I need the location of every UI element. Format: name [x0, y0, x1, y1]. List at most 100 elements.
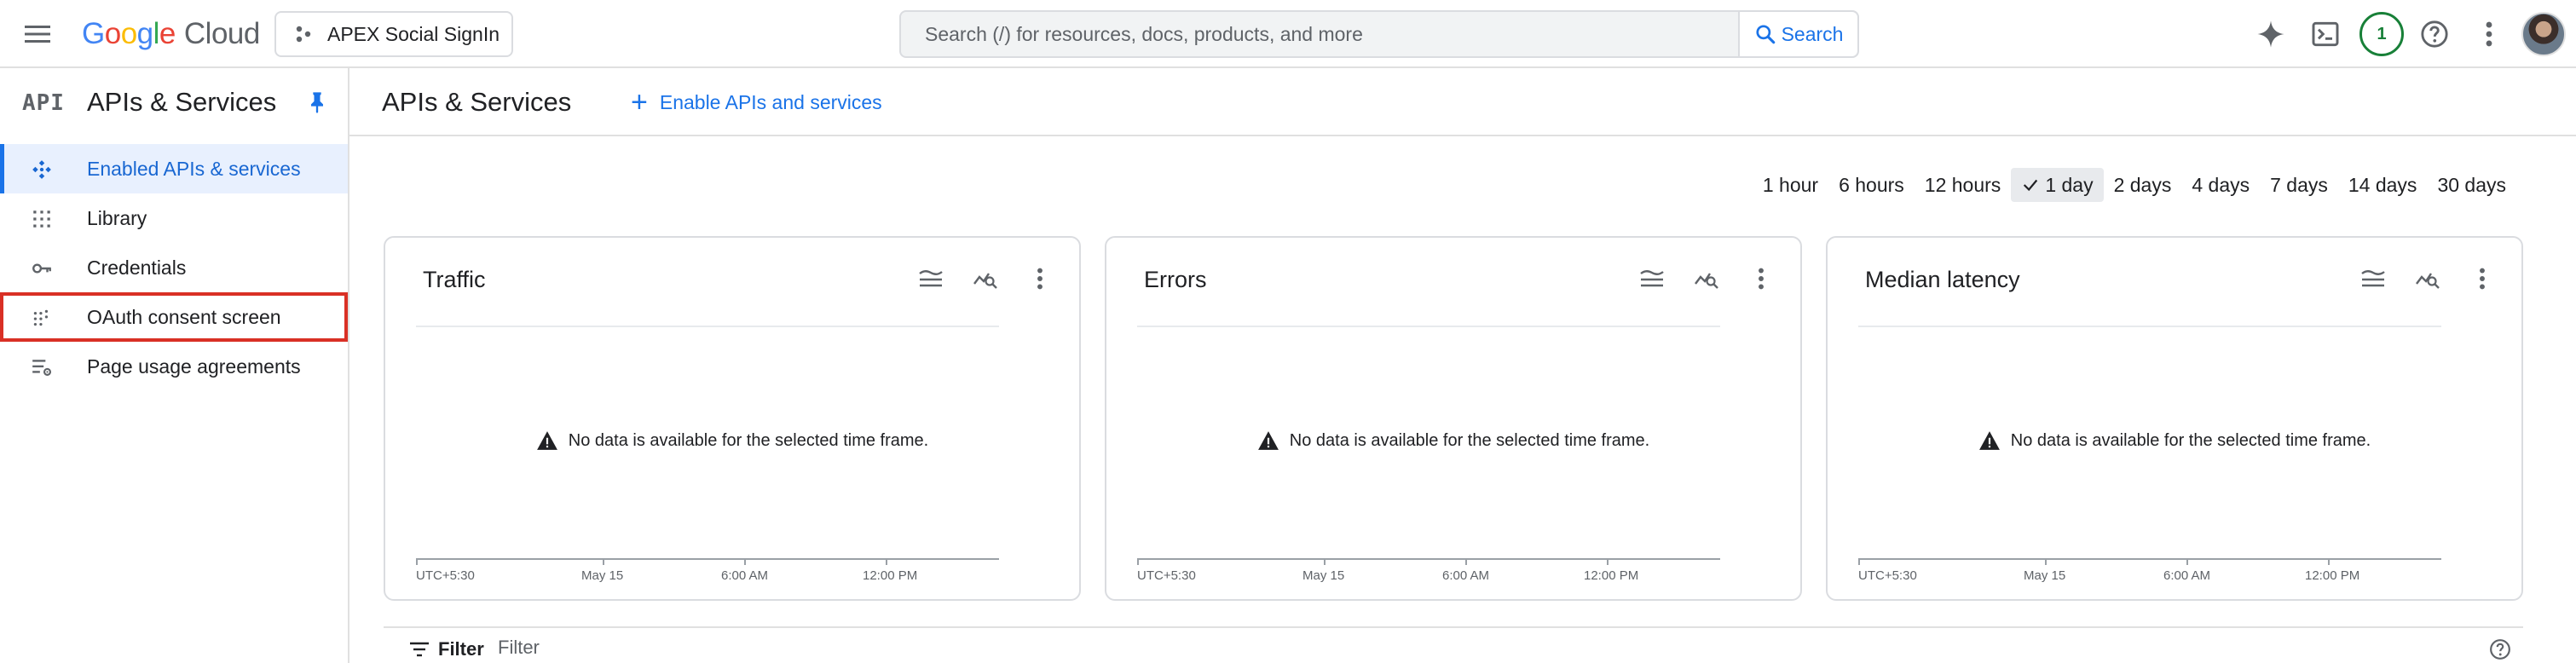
- no-data-text: No data is available for the selected ti…: [2010, 430, 2371, 450]
- card-actions: [2358, 263, 2498, 294]
- search-icon: [1756, 25, 1775, 44]
- time-range-option[interactable]: 1 hour: [1753, 168, 1828, 202]
- search-button[interactable]: Search: [1738, 12, 1857, 56]
- axis-tick: [603, 558, 604, 565]
- axis-label: May 15: [1302, 568, 1345, 583]
- time-range-option[interactable]: 2 days: [2104, 168, 2182, 202]
- hub-icon: [32, 160, 51, 179]
- card-title: Errors: [1144, 267, 1207, 292]
- time-range-option[interactable]: 7 days: [2260, 168, 2338, 202]
- axis-label: May 15: [2024, 568, 2066, 583]
- legend-toggle-icon[interactable]: [1637, 263, 1667, 294]
- sidebar-title: APIs & Services: [87, 87, 277, 117]
- axis-tick: [2186, 558, 2188, 565]
- axis-label: UTC+5:30: [1137, 568, 1196, 583]
- card-divider: [1858, 326, 2441, 327]
- x-axis: [1858, 558, 2441, 560]
- axis-label: UTC+5:30: [416, 568, 475, 583]
- cloud-shell-icon[interactable]: [2307, 15, 2344, 53]
- time-range-option-selected[interactable]: 1 day: [2011, 168, 2104, 202]
- time-range-option[interactable]: 12 hours: [1915, 168, 2012, 202]
- time-range-selector: 1 hour 6 hours 12 hours 1 day 2 days 4 d…: [1753, 168, 2516, 202]
- filter-label: Filter: [438, 638, 484, 660]
- explore-chart-icon[interactable]: [2412, 263, 2443, 294]
- sidebar-item-label: Credentials: [87, 257, 187, 279]
- card-actions: [1637, 263, 1776, 294]
- gemini-sparkle-icon[interactable]: [2252, 15, 2290, 53]
- page-title: APIs & Services: [382, 87, 572, 117]
- sidebar-item-library[interactable]: Library: [0, 193, 348, 243]
- plus-icon: +: [631, 86, 648, 118]
- sidebar-item-enabled-apis[interactable]: Enabled APIs & services: [0, 144, 348, 193]
- sidebar-item-credentials[interactable]: Credentials: [0, 243, 348, 292]
- sidebar: API APIs & Services Enabled APIs & servi…: [0, 68, 349, 663]
- notifications-badge[interactable]: 1: [2359, 12, 2404, 56]
- more-vert-icon[interactable]: [1746, 263, 1776, 294]
- axis-label: May 15: [581, 568, 624, 583]
- axis-tick: [744, 558, 746, 565]
- filter-icon: [410, 642, 429, 657]
- key-icon: [32, 263, 51, 274]
- axis-label: 6:00 AM: [721, 568, 769, 583]
- account-avatar[interactable]: [2521, 12, 2566, 56]
- top-bar: Google Cloud APEX Social SignIn Search 1: [0, 0, 2576, 68]
- filter-button[interactable]: Filter: [409, 638, 484, 660]
- search-button-label: Search: [1781, 22, 1844, 45]
- card-title: Traffic: [423, 267, 486, 292]
- check-icon: [2024, 179, 2038, 192]
- warning-icon: [1257, 431, 1279, 450]
- search-bar: Search: [899, 10, 1859, 58]
- legend-toggle-icon[interactable]: [2358, 263, 2388, 294]
- more-vert-icon[interactable]: [1025, 263, 1055, 294]
- sidebar-nav: Enabled APIs & services Library Credenti…: [0, 144, 348, 391]
- explore-chart-icon[interactable]: [970, 263, 1001, 294]
- enable-apis-button[interactable]: + Enable APIs and services: [631, 87, 882, 118]
- settings-list-icon: [32, 360, 52, 376]
- axis-label: 6:00 AM: [1442, 568, 1490, 583]
- more-vert-icon[interactable]: [2467, 263, 2498, 294]
- project-picker-button[interactable]: APEX Social SignIn: [274, 11, 513, 57]
- sidebar-item-oauth-consent[interactable]: OAuth consent screen: [0, 292, 348, 342]
- sidebar-item-label: Library: [87, 207, 147, 229]
- axis-label: 12:00 PM: [1584, 568, 1639, 583]
- logo-cloud-text: Cloud: [183, 17, 260, 50]
- search-input[interactable]: [901, 12, 1738, 56]
- no-data-message: No data is available for the selected ti…: [1106, 430, 1800, 451]
- axis-label: 12:00 PM: [2305, 568, 2360, 583]
- filter-input[interactable]: [498, 633, 754, 662]
- menu-icon[interactable]: [22, 19, 53, 49]
- sidebar-item-page-usage[interactable]: Page usage agreements: [0, 342, 348, 391]
- axis-tick: [1607, 558, 1609, 565]
- logo-google-text: Google: [82, 17, 176, 50]
- median-latency-card: Median latency No data is available for …: [1826, 236, 2523, 601]
- api-logo-icon: API: [22, 90, 65, 116]
- card-divider: [1137, 326, 1720, 327]
- no-data-text: No data is available for the selected ti…: [568, 430, 929, 450]
- pin-icon[interactable]: [305, 90, 329, 114]
- project-name: APEX Social SignIn: [327, 22, 500, 45]
- consent-icon: [33, 309, 49, 326]
- warning-icon: [1978, 431, 2000, 450]
- library-icon: [33, 210, 50, 228]
- axis-tick: [1858, 558, 1860, 565]
- sidebar-header: API APIs & Services: [0, 68, 348, 136]
- axis-tick: [1465, 558, 1467, 565]
- errors-card: Errors No data is available for the sele…: [1105, 236, 1802, 601]
- help-icon[interactable]: [2489, 638, 2511, 660]
- legend-toggle-icon[interactable]: [915, 263, 946, 294]
- card-title: Median latency: [1865, 267, 2020, 292]
- axis-label: UTC+5:30: [1858, 568, 1917, 583]
- help-icon[interactable]: [2416, 15, 2453, 53]
- time-range-option[interactable]: 6 hours: [1828, 168, 1915, 202]
- sidebar-item-label: OAuth consent screen: [87, 306, 281, 328]
- time-range-option[interactable]: 4 days: [2181, 168, 2260, 202]
- warning-icon: [536, 431, 557, 450]
- time-range-option[interactable]: 14 days: [2338, 168, 2428, 202]
- axis-label: 6:00 AM: [2163, 568, 2211, 583]
- traffic-card: Traffic No data is available for the sel…: [384, 236, 1081, 601]
- x-axis: [1137, 558, 1720, 560]
- more-vert-icon[interactable]: [2470, 15, 2508, 53]
- explore-chart-icon[interactable]: [1691, 263, 1722, 294]
- time-range-option[interactable]: 30 days: [2427, 168, 2516, 202]
- google-cloud-logo[interactable]: Google Cloud: [82, 15, 260, 53]
